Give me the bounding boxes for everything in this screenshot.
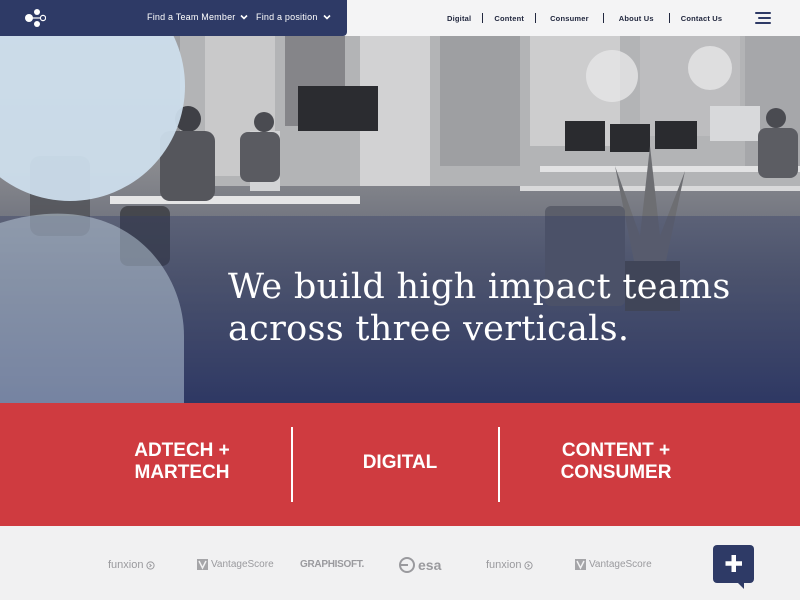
vertical-divider [498, 427, 500, 502]
vertical-content-consumer[interactable]: CONTENT + CONSUMER [536, 440, 696, 484]
client-logo-funxion: funxion [486, 559, 534, 571]
top-nav: Digital Content Consumer About Us Contac… [436, 13, 733, 23]
vertical-adtech-martech[interactable]: ADTECH + MARTECH [112, 440, 252, 484]
plus-icon [725, 555, 742, 572]
verticals-band: ADTECH + MARTECH DIGITAL CONTENT + CONSU… [0, 403, 800, 526]
find-team-member-dropdown[interactable]: Find a Team Member [147, 12, 249, 22]
network-nodes-icon[interactable] [24, 8, 46, 28]
brand-nav-panel: Find a Team Member Find a position [0, 0, 347, 36]
esa-mark-icon [399, 557, 415, 573]
hero-headline: We build high impact teams across three … [228, 266, 788, 350]
site-header: Find a Team Member Find a position Digit… [0, 0, 800, 36]
nav-link-contact-us[interactable]: Contact Us [670, 14, 734, 23]
hamburger-icon[interactable] [755, 12, 771, 24]
circle-arrow-icon [524, 560, 534, 570]
vertical-digital[interactable]: DIGITAL [330, 452, 470, 474]
client-logo-esa: esa [399, 557, 441, 573]
chevron-down-icon [240, 14, 249, 20]
client-logo-graphisoft: GRAPHISOFT. [300, 559, 364, 570]
chat-button[interactable] [713, 545, 754, 589]
circle-arrow-icon [146, 560, 156, 570]
vertical-divider [291, 427, 293, 502]
chevron-down-icon [322, 14, 331, 20]
nav-link-content[interactable]: Content [483, 14, 535, 23]
nav-link-consumer[interactable]: Consumer [536, 14, 603, 23]
vantagescore-mark-icon [197, 559, 208, 570]
hero-headline-line-2: across three verticals. [228, 309, 630, 349]
find-position-label: Find a position [256, 12, 318, 22]
nav-link-about-us[interactable]: About Us [604, 14, 669, 23]
hero-section: We build high impact teams across three … [0, 36, 800, 403]
hero-headline-line-1: We build high impact teams [228, 267, 731, 307]
client-logo-vantagescore: VantageScore [575, 559, 652, 570]
chat-bubble-tail [736, 581, 744, 589]
nav-link-digital[interactable]: Digital [436, 14, 482, 23]
find-team-member-label: Find a Team Member [147, 12, 236, 22]
find-position-dropdown[interactable]: Find a position [256, 12, 331, 22]
decorative-circle [0, 36, 185, 201]
client-logo-vantagescore: VantageScore [197, 559, 274, 570]
vantagescore-mark-icon [575, 559, 586, 570]
client-logo-funxion: funxion [108, 559, 156, 571]
client-logos-strip: funxion VantageScore GRAPHISOFT. esa fun… [0, 526, 800, 600]
